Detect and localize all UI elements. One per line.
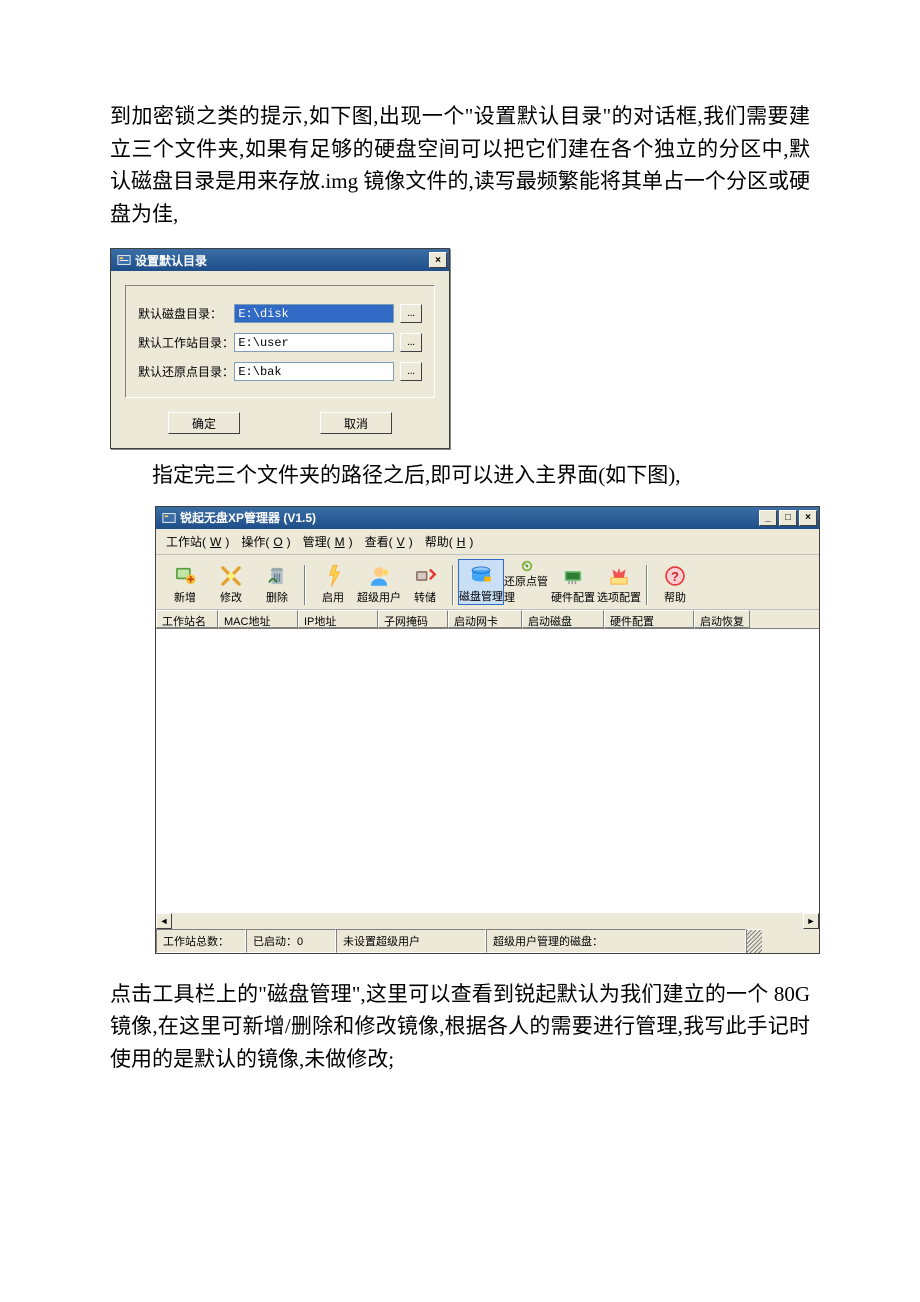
- workstation-dir-browse-button[interactable]: ...: [400, 333, 422, 352]
- menu-workstation[interactable]: 工作站(W): [162, 532, 233, 551]
- menubar[interactable]: 工作站(W) 操作(O) 管理(M) 查看(V) 帮助(H): [156, 529, 819, 555]
- horizontal-scrollbar[interactable]: ◄ ►: [156, 913, 819, 929]
- restore-dir-browse-button[interactable]: ...: [400, 362, 422, 381]
- delete-icon: [264, 563, 290, 589]
- toolbar-superuser-button[interactable]: 超级用户: [356, 559, 402, 605]
- column-header[interactable]: 启动恢复: [694, 610, 750, 628]
- toolbar-hardware-button[interactable]: 硬件配置: [550, 559, 596, 605]
- paragraph-2: 指定完三个文件夹的路径之后,即可以进入主界面(如下图),: [110, 459, 810, 492]
- ok-button[interactable]: 确定: [168, 412, 240, 434]
- statusbar: 工作站总数：已启动：0未设置超级用户超级用户管理的磁盘：: [156, 929, 819, 953]
- scroll-right-button[interactable]: ►: [803, 913, 819, 929]
- toolbar-add-button[interactable]: 新增: [162, 559, 208, 605]
- column-header[interactable]: 启动磁盘: [522, 610, 604, 628]
- status-cell: 超级用户管理的磁盘：: [486, 929, 746, 953]
- app-icon: [117, 253, 131, 267]
- main-app-window: 锐起无盘XP管理器 (V1.5) _ □ × 工作站(W) 操作(O) 管理(M…: [155, 506, 820, 954]
- help-icon: ?: [662, 563, 688, 589]
- restore-icon: [514, 559, 540, 573]
- app-title: 锐起无盘XP管理器 (V1.5): [180, 509, 316, 526]
- disk-dir-label: 默认磁盘目录：: [138, 305, 234, 322]
- options-icon: [606, 563, 632, 589]
- disk-dir-browse-button[interactable]: ...: [400, 304, 422, 323]
- cancel-button[interactable]: 取消: [320, 412, 392, 434]
- edit-icon: [218, 563, 244, 589]
- workstation-dir-input[interactable]: [234, 333, 394, 352]
- paragraph-3: 点击工具栏上的"磁盘管理",这里可以查看到锐起默认为我们建立的一个 80G 镜像…: [110, 978, 810, 1076]
- workstation-list[interactable]: ◄ ►: [156, 629, 819, 929]
- workstation-dir-label: 默认工作站目录：: [138, 334, 234, 351]
- toolbar-restoremgr-button[interactable]: 还原点管理: [504, 559, 550, 605]
- user-icon: [366, 563, 392, 589]
- minimize-button[interactable]: _: [759, 510, 777, 526]
- menu-manage[interactable]: 管理(M): [299, 532, 357, 551]
- add-icon: [172, 563, 198, 589]
- maximize-button[interactable]: □: [779, 510, 797, 526]
- toolbar-dump-button[interactable]: 转储: [402, 559, 448, 605]
- column-header[interactable]: 工作站名: [156, 610, 218, 628]
- toolbar-sep: [646, 565, 648, 605]
- column-headers[interactable]: 工作站名MAC地址IP地址子网掩码启动网卡启动磁盘硬件配置启动恢复: [156, 610, 819, 629]
- toolbar-diskmgr-button[interactable]: 磁盘管理: [458, 559, 504, 605]
- resize-grip[interactable]: [746, 929, 762, 953]
- paragraph-1: 到加密锁之类的提示,如下图,出现一个"设置默认目录"的对话框,我们需要建立三个文…: [110, 100, 810, 230]
- default-dir-dialog: 设置默认目录 × 默认磁盘目录： ... 默认工作站目录： ... 默认还原点目…: [110, 248, 450, 449]
- dump-icon: [412, 563, 438, 589]
- toolbar: 新增 修改 删除 启用 超级用户 转储 磁盘管理 还原点管: [156, 555, 819, 610]
- toolbar-help-button[interactable]: ? 帮助: [652, 559, 698, 605]
- status-cell: 工作站总数：: [156, 929, 246, 953]
- toolbar-delete-button[interactable]: 删除: [254, 559, 300, 605]
- dialog-titlebar[interactable]: 设置默认目录 ×: [111, 249, 449, 271]
- app-titlebar[interactable]: 锐起无盘XP管理器 (V1.5) _ □ ×: [156, 507, 819, 529]
- menu-view[interactable]: 查看(V): [361, 532, 417, 551]
- restore-dir-label: 默认还原点目录：: [138, 363, 234, 380]
- column-header[interactable]: MAC地址: [218, 610, 298, 628]
- close-button[interactable]: ×: [429, 252, 447, 268]
- toolbar-options-button[interactable]: 选项配置: [596, 559, 642, 605]
- column-header[interactable]: 启动网卡: [448, 610, 522, 628]
- column-header[interactable]: 硬件配置: [604, 610, 694, 628]
- column-header[interactable]: 子网掩码: [378, 610, 448, 628]
- app-icon: [162, 511, 176, 525]
- status-cell: 已启动：0: [246, 929, 336, 953]
- disk-dir-input[interactable]: [234, 304, 394, 323]
- hardware-icon: [560, 563, 586, 589]
- restore-dir-input[interactable]: [234, 362, 394, 381]
- enable-icon: [320, 563, 346, 589]
- toolbar-edit-button[interactable]: 修改: [208, 559, 254, 605]
- column-header[interactable]: IP地址: [298, 610, 378, 628]
- menu-operation[interactable]: 操作(O): [237, 532, 294, 551]
- menu-help[interactable]: 帮助(H): [421, 532, 478, 551]
- dialog-group: 默认磁盘目录： ... 默认工作站目录： ... 默认还原点目录： ...: [125, 285, 435, 398]
- close-button[interactable]: ×: [799, 510, 817, 526]
- dialog-title: 设置默认目录: [135, 252, 207, 269]
- toolbar-enable-button[interactable]: 启用: [310, 559, 356, 605]
- status-cell: 未设置超级用户: [336, 929, 486, 953]
- scroll-left-button[interactable]: ◄: [156, 913, 172, 929]
- disk-icon: [468, 562, 494, 588]
- toolbar-sep: [452, 565, 454, 605]
- toolbar-sep: [304, 565, 306, 605]
- svg-text:?: ?: [671, 569, 679, 584]
